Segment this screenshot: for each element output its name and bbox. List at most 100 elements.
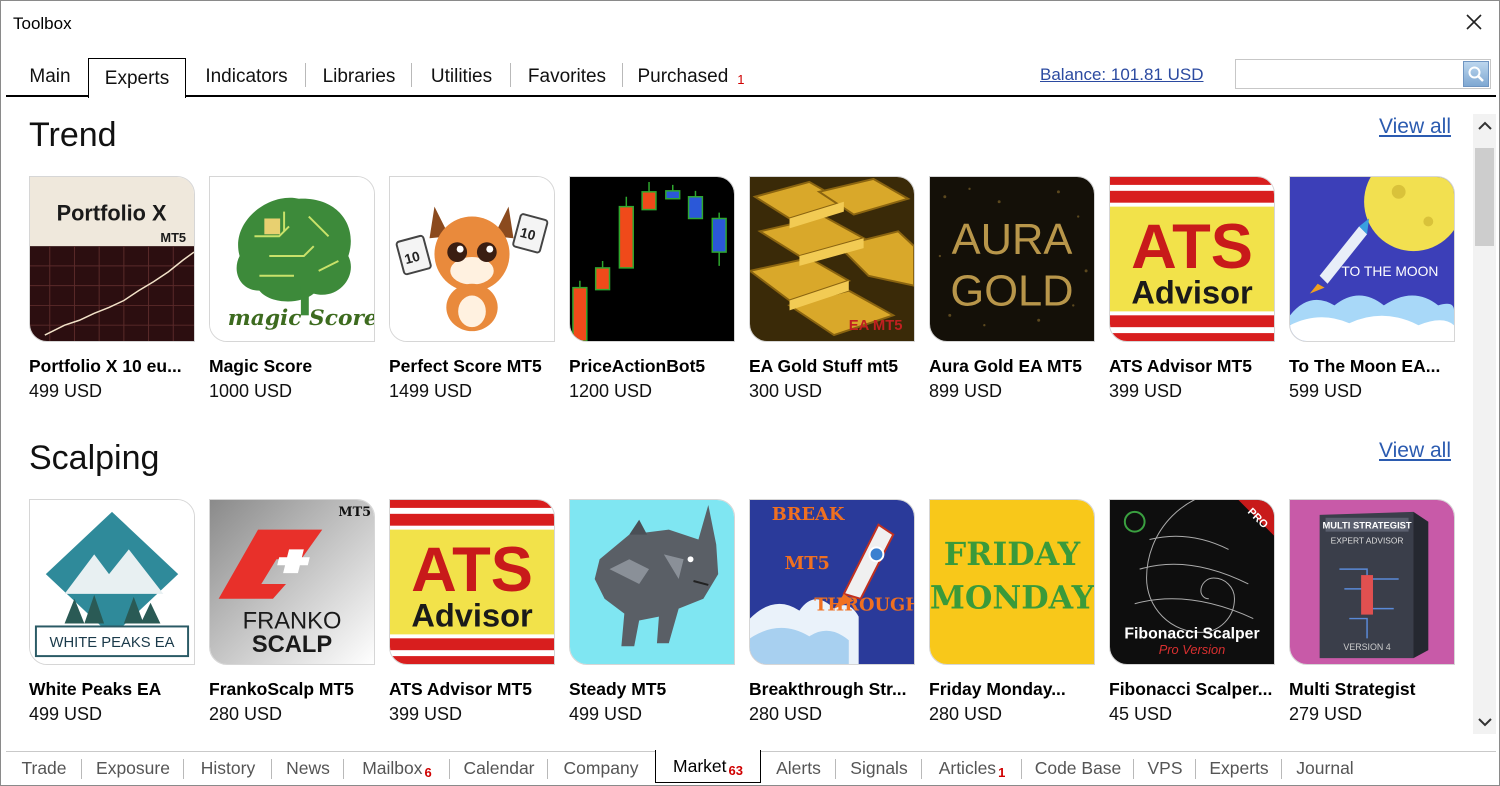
product-card[interactable]: Portfolio X MT5 Portfolio X 10 eu... 499… xyxy=(29,176,195,416)
thumb-text: Portfolio X xyxy=(57,200,167,225)
tab-code-base[interactable]: Code Base xyxy=(1022,752,1134,784)
close-icon xyxy=(1466,14,1482,30)
tab-articles[interactable]: Articles 1 xyxy=(922,752,1022,784)
tab-experts-log[interactable]: Experts xyxy=(1196,752,1282,784)
product-card[interactable]: Steady MT5 499 USD xyxy=(569,499,735,739)
product-name: Friday Monday... xyxy=(929,679,1066,699)
thumb-text: BREAK xyxy=(772,504,845,525)
tab-market[interactable]: Market 63 xyxy=(655,750,761,783)
product-price: 300 USD xyxy=(749,381,823,401)
product-card[interactable]: ATS Advisor ATS Advisor MT5 399 USD xyxy=(1109,176,1275,416)
product-price: 280 USD xyxy=(749,704,823,724)
product-card[interactable]: ATS Advisor ATS Advisor MT5 399 USD xyxy=(389,499,555,739)
thumb-text: Fibonacci Scalper xyxy=(1124,625,1259,642)
product-card[interactable]: magic Score Magic Score 1000 USD xyxy=(209,176,375,416)
tab-mailbox[interactable]: Mailbox 6 xyxy=(344,752,450,784)
product-price: 279 USD xyxy=(1289,704,1363,724)
section-title-trend: Trend xyxy=(29,116,117,154)
thumb-text: TO THE MOON xyxy=(1341,263,1438,279)
product-card[interactable]: FRIDAY MONDAY Friday Monday... 280 USD xyxy=(929,499,1095,739)
product-card[interactable]: BREAK MT5 THROUGH Breakthrough Str... 28… xyxy=(749,499,915,739)
tab-label: Company xyxy=(563,757,639,778)
rhino-icon xyxy=(570,500,734,664)
product-card[interactable]: TO THE MOON To The Moon EA... 599 USD xyxy=(1289,176,1455,416)
thumb-text: EA MT5 xyxy=(849,318,903,334)
thumb-text: GOLD xyxy=(950,267,1073,315)
tab-experts[interactable]: Experts xyxy=(88,58,186,98)
tab-signals[interactable]: Signals xyxy=(836,752,922,784)
product-price: 1499 USD xyxy=(389,381,473,401)
chevron-up-icon xyxy=(1477,121,1492,130)
brain-icon: magic Score xyxy=(210,177,374,341)
product-card[interactable]: MT5 FRANKO SCALP FrankoScalp MT5 280 USD xyxy=(209,499,375,739)
thumb-text: FRIDAY xyxy=(944,536,1081,573)
product-card[interactable]: AURA GOLD Aura Gold EA MT5 899 USD xyxy=(929,176,1095,416)
franko-scalp-logo-icon: MT5 FRANKO SCALP xyxy=(210,500,374,664)
tab-utilities[interactable]: Utilities xyxy=(412,58,511,95)
product-name: Steady MT5 xyxy=(569,679,667,699)
tab-label: Purchased xyxy=(637,65,729,87)
product-price: 399 USD xyxy=(389,704,463,724)
chevron-down-icon xyxy=(1477,718,1492,727)
product-thumbnail xyxy=(569,499,735,665)
tab-purchased[interactable]: Purchased 1 xyxy=(623,58,759,95)
product-thumbnail: MULTI STRATEGIST EXPERT ADVISOR VERSION … xyxy=(1289,499,1455,665)
search-field[interactable] xyxy=(1235,59,1491,89)
product-name: PriceActionBot5 xyxy=(569,356,706,376)
thumb-text: magic Score xyxy=(228,306,374,331)
market-badge: 63 xyxy=(728,762,743,778)
rocket-moon-icon: TO THE MOON xyxy=(1290,177,1454,341)
balance-link[interactable]: Balance: 101.81 USD xyxy=(1040,65,1204,85)
tab-history[interactable]: History xyxy=(184,752,272,784)
tab-exposure[interactable]: Exposure xyxy=(82,752,184,784)
product-card[interactable]: EA MT5 EA Gold Stuff mt5 300 USD xyxy=(749,176,915,416)
tab-trade[interactable]: Trade xyxy=(6,752,82,784)
product-name: White Peaks EA xyxy=(29,679,162,699)
tab-vps[interactable]: VPS xyxy=(1134,752,1196,784)
view-all-trend-link[interactable]: View all xyxy=(1379,115,1451,139)
scrollbar-thumb[interactable] xyxy=(1475,148,1494,246)
window-title: Toolbox xyxy=(13,14,72,33)
thumb-text: ATS xyxy=(411,535,533,605)
tab-company[interactable]: Company xyxy=(548,752,654,784)
tab-label: Journal xyxy=(1296,757,1354,778)
tab-label: Indicators xyxy=(205,65,288,87)
product-card[interactable]: PriceActionBot5 1200 USD xyxy=(569,176,735,416)
tab-alerts[interactable]: Alerts xyxy=(761,752,836,784)
product-name: Multi Strategist xyxy=(1289,679,1416,699)
product-price: 499 USD xyxy=(569,704,643,724)
scroll-up-button[interactable] xyxy=(1473,114,1496,138)
product-card[interactable]: 10 10 Perfect Score MT5 1499 USD xyxy=(389,176,555,416)
tab-journal[interactable]: Journal xyxy=(1282,752,1368,784)
product-price: 280 USD xyxy=(929,704,1003,724)
tab-indicators[interactable]: Indicators xyxy=(187,58,306,95)
product-thumbnail: EA MT5 xyxy=(749,176,915,342)
product-thumbnail: FRIDAY MONDAY xyxy=(929,499,1095,665)
product-card[interactable]: PRO Fibonacci Scalper Pro Version Fibona… xyxy=(1109,499,1275,739)
purchased-badge: 1 xyxy=(737,72,745,87)
friday-monday-logo-icon: FRIDAY MONDAY xyxy=(930,500,1094,664)
product-card[interactable]: MULTI STRATEGIST EXPERT ADVISOR VERSION … xyxy=(1289,499,1455,739)
product-name: Magic Score xyxy=(209,356,313,376)
tab-label: Mailbox xyxy=(362,757,423,778)
tab-label: Signals xyxy=(850,757,908,778)
tab-main[interactable]: Main xyxy=(11,58,89,95)
thumb-text: WHITE PEAKS EA xyxy=(50,635,175,651)
product-name: ATS Advisor MT5 xyxy=(389,679,532,699)
tab-label: Experts xyxy=(104,67,170,89)
product-name: Fibonacci Scalper... xyxy=(1109,679,1273,699)
vertical-scrollbar[interactable] xyxy=(1473,114,1496,734)
tab-libraries[interactable]: Libraries xyxy=(306,58,412,95)
search-button[interactable] xyxy=(1463,61,1489,87)
tab-label: Code Base xyxy=(1034,757,1122,778)
tab-label: Alerts xyxy=(776,757,821,778)
close-button[interactable] xyxy=(1459,7,1489,37)
tab-favorites[interactable]: Favorites xyxy=(511,58,623,95)
tab-news[interactable]: News xyxy=(272,752,344,784)
tab-label: News xyxy=(286,757,330,778)
search-input[interactable] xyxy=(1240,61,1460,87)
view-all-scalping-link[interactable]: View all xyxy=(1379,439,1451,463)
scroll-down-button[interactable] xyxy=(1473,710,1496,734)
product-card[interactable]: WHITE PEAKS EA White Peaks EA 499 USD xyxy=(29,499,195,739)
tab-calendar[interactable]: Calendar xyxy=(450,752,548,784)
